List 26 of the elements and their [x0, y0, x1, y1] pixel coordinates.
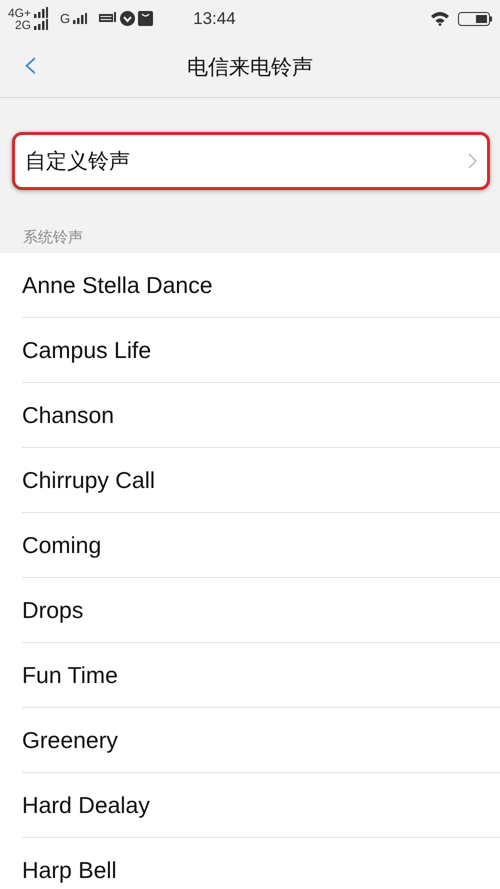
shield-icon	[120, 11, 136, 26]
custom-ringtone-row[interactable]: 自定义铃声	[12, 132, 490, 190]
ringtone-item[interactable]: Anne Stella Dance	[22, 253, 500, 318]
bag-icon	[138, 11, 154, 26]
ringtone-item[interactable]: Harp Bell	[22, 838, 500, 889]
ringtone-item[interactable]: Hard Dealay	[22, 773, 500, 838]
signal-icon	[34, 7, 48, 18]
ringtone-item[interactable]: Chanson	[22, 383, 500, 448]
ringtone-item[interactable]: Campus Life	[22, 318, 500, 383]
ringtone-item[interactable]: Fun Time	[22, 643, 500, 708]
battery-icon	[458, 12, 492, 26]
status-time: 13:44	[193, 8, 237, 28]
ringtone-item[interactable]: Greenery	[22, 708, 500, 773]
network-label: 2G	[15, 18, 32, 30]
ringtone-item[interactable]: Drops	[22, 578, 500, 643]
network-label: G	[60, 11, 70, 26]
signal-icon	[34, 19, 48, 30]
network-label: 4G+	[8, 6, 32, 18]
chevron-icon	[468, 153, 477, 169]
row-label: 自定义铃声	[25, 149, 131, 175]
signal-icon	[73, 13, 88, 24]
screen-title: 电信来电铃声	[187, 55, 313, 81]
wifi-icon	[430, 11, 450, 26]
ringtone-item[interactable]: Coming	[22, 513, 500, 578]
ringtone-item[interactable]: Chirrupy Call	[22, 448, 500, 513]
section-label: 系统铃声	[23, 228, 83, 247]
